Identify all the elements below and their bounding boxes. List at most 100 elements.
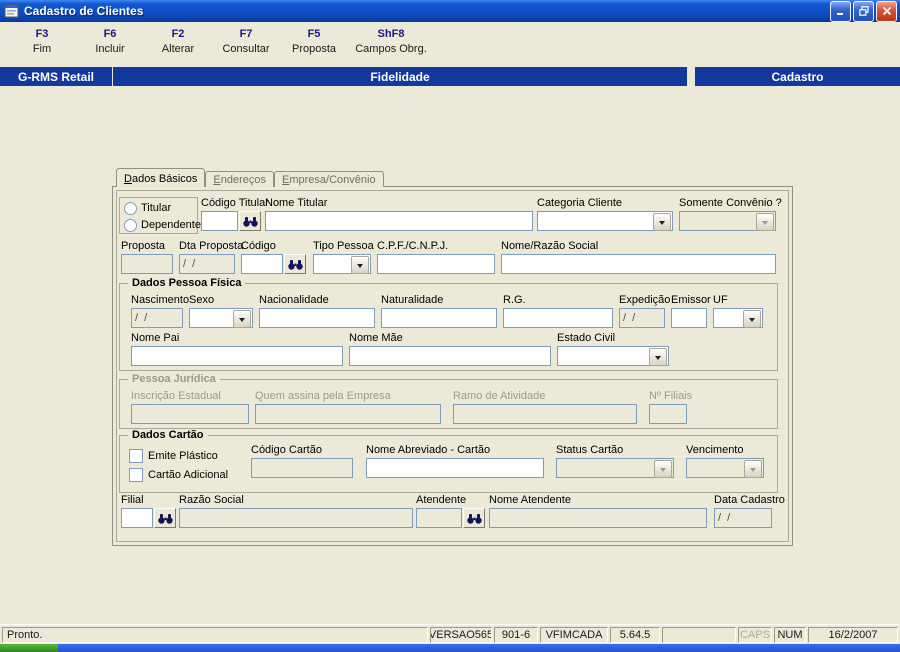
toolbar-label: Incluir <box>95 43 125 55</box>
chevron-down-icon <box>743 310 761 328</box>
toolbar-item-fim[interactable]: F3 Fim <box>8 27 76 56</box>
statusbar: Pronto. VERSAO565 901-6 VFIMCADA 5.64.5 … <box>0 624 900 644</box>
cartao-adicional-label: Cartão Adicional <box>148 469 229 481</box>
status-terminal: 901-6 <box>494 626 538 643</box>
emite-plastico-checkbox[interactable]: Emite Plástico <box>129 449 218 463</box>
filial-input[interactable] <box>121 508 153 528</box>
atendente-field: Atendente <box>416 495 485 528</box>
nome-titular-label: Nome Titular <box>265 197 328 209</box>
checkbox-icon <box>129 468 143 482</box>
banner-screen: Cadastro <box>695 67 900 86</box>
radio-dependente[interactable]: Dependente <box>124 218 201 232</box>
categoria-cliente-label: Categoria Cliente <box>537 197 622 209</box>
nome-abreviado-cartao-label: Nome Abreviado - Cartão <box>366 444 491 456</box>
nome-pai-input[interactable] <box>131 346 343 366</box>
chevron-down-icon <box>756 213 774 231</box>
tipo-pessoa-select[interactable] <box>313 254 371 274</box>
toolbar-key: F5 <box>307 28 321 40</box>
tab-dados-basicos[interactable]: Dados Básicos <box>116 168 206 187</box>
nome-razao-social-input[interactable] <box>501 254 776 274</box>
nome-mae-input[interactable] <box>349 346 551 366</box>
nome-mae-field: Nome Mãe <box>349 333 551 366</box>
restore-button[interactable] <box>853 0 874 22</box>
somente-convenio-select <box>679 211 776 231</box>
nacionalidade-input[interactable] <box>259 308 375 328</box>
rg-field: R.G. <box>503 295 613 328</box>
nome-atendente-field: Nome Atendente <box>489 495 707 528</box>
status-cartao-select <box>556 458 674 478</box>
pessoa-fisica-group-title: Dados Pessoa Física <box>128 277 246 289</box>
status-version: VERSAO565 <box>430 626 492 643</box>
ramo-atividade-label: Ramo de Atividade <box>453 390 546 402</box>
dta-proposta-label: Dta Proposta <box>179 240 244 252</box>
status-program: VFIMCADA <box>540 626 608 643</box>
taskbar-sliver <box>0 644 900 652</box>
num-filiais-label: Nº Filiais <box>649 390 693 402</box>
close-button[interactable] <box>876 0 897 22</box>
quem-assina-input <box>255 404 441 424</box>
radio-circle-icon <box>124 201 137 215</box>
app-icon <box>4 3 20 19</box>
vencimento-select <box>686 458 764 478</box>
toolbar-item-alterar[interactable]: F2 Alterar <box>144 27 212 56</box>
taskbar-strip[interactable] <box>58 644 900 652</box>
codigo-search-button[interactable] <box>284 254 306 274</box>
toolbar-item-campos-obrigatorios[interactable]: ShF8 Campos Obrg. <box>348 27 434 56</box>
emite-plastico-label: Emite Plástico <box>148 450 218 462</box>
status-build: 5.64.5 <box>610 626 660 643</box>
status-cartao-label: Status Cartão <box>556 444 624 456</box>
chevron-down-icon <box>653 213 671 231</box>
toolbar-key: ShF8 <box>377 28 405 40</box>
toolbar-label: Fim <box>32 43 52 55</box>
nome-atendente-label: Nome Atendente <box>489 494 571 506</box>
cpf-cnpj-input[interactable] <box>377 254 495 274</box>
toolbar-item-consultar[interactable]: F7 Consultar <box>212 27 280 56</box>
razao-social-label: Razão Social <box>179 494 244 506</box>
somente-convenio-field: Somente Convênio ? <box>679 198 782 231</box>
codigo-titular-search-button[interactable] <box>239 211 261 231</box>
chevron-down-icon <box>233 310 251 328</box>
uf-select[interactable] <box>713 308 763 328</box>
naturalidade-input[interactable] <box>381 308 497 328</box>
nascimento-input <box>131 308 183 328</box>
nome-titular-field: Nome Titular <box>265 198 533 231</box>
function-toolbar: F3 Fim F6 Incluir F2 Alterar F7 Consulta… <box>0 22 900 67</box>
filial-search-button[interactable] <box>154 508 176 528</box>
nascimento-field: Nascimento <box>131 295 189 328</box>
radio-titular[interactable]: Titular <box>124 201 193 215</box>
emissor-input[interactable] <box>671 308 707 328</box>
binoculars-icon <box>242 216 258 227</box>
toolbar-key: F2 <box>171 28 185 40</box>
sexo-field: Sexo <box>189 295 253 328</box>
codigo-titular-input[interactable] <box>201 211 238 231</box>
atendente-search-button[interactable] <box>463 508 485 528</box>
radio-dependente-label: Dependente <box>141 218 201 231</box>
codigo-input[interactable] <box>241 254 283 274</box>
toolbar-item-proposta[interactable]: F5 Proposta <box>280 27 348 56</box>
nacionalidade-field: Nacionalidade <box>259 295 375 328</box>
toolbar-key: F6 <box>103 28 117 40</box>
num-filiais-input <box>649 404 687 424</box>
toolbar-item-incluir[interactable]: F6 Incluir <box>76 27 144 56</box>
sexo-select[interactable] <box>189 308 253 328</box>
expedicao-field: Expedição <box>619 295 670 328</box>
categoria-cliente-select[interactable] <box>537 211 673 231</box>
titular-tipo-frame: Titular Dependente <box>119 197 201 234</box>
cartao-adicional-checkbox[interactable]: Cartão Adicional <box>129 468 228 482</box>
rg-input[interactable] <box>503 308 613 328</box>
ramo-atividade-input <box>453 404 637 424</box>
categoria-cliente-field: Categoria Cliente <box>537 198 673 231</box>
nacionalidade-label: Nacionalidade <box>259 294 329 306</box>
nome-abreviado-cartao-input[interactable] <box>366 458 544 478</box>
codigo-cartao-label: Código Cartão <box>251 444 322 456</box>
estado-civil-select[interactable] <box>557 346 669 366</box>
start-button-sliver[interactable] <box>0 644 58 652</box>
close-icon <box>882 6 891 16</box>
tab-enderecos[interactable]: Endereços <box>205 171 274 187</box>
minimize-button[interactable] <box>830 0 851 22</box>
binoculars-icon <box>466 513 482 524</box>
tab-empresa-convenio[interactable]: Empresa/Convênio <box>274 171 384 187</box>
nome-titular-input[interactable] <box>265 211 533 231</box>
emissor-field: Emissor <box>671 295 711 328</box>
chevron-down-icon <box>351 256 369 274</box>
